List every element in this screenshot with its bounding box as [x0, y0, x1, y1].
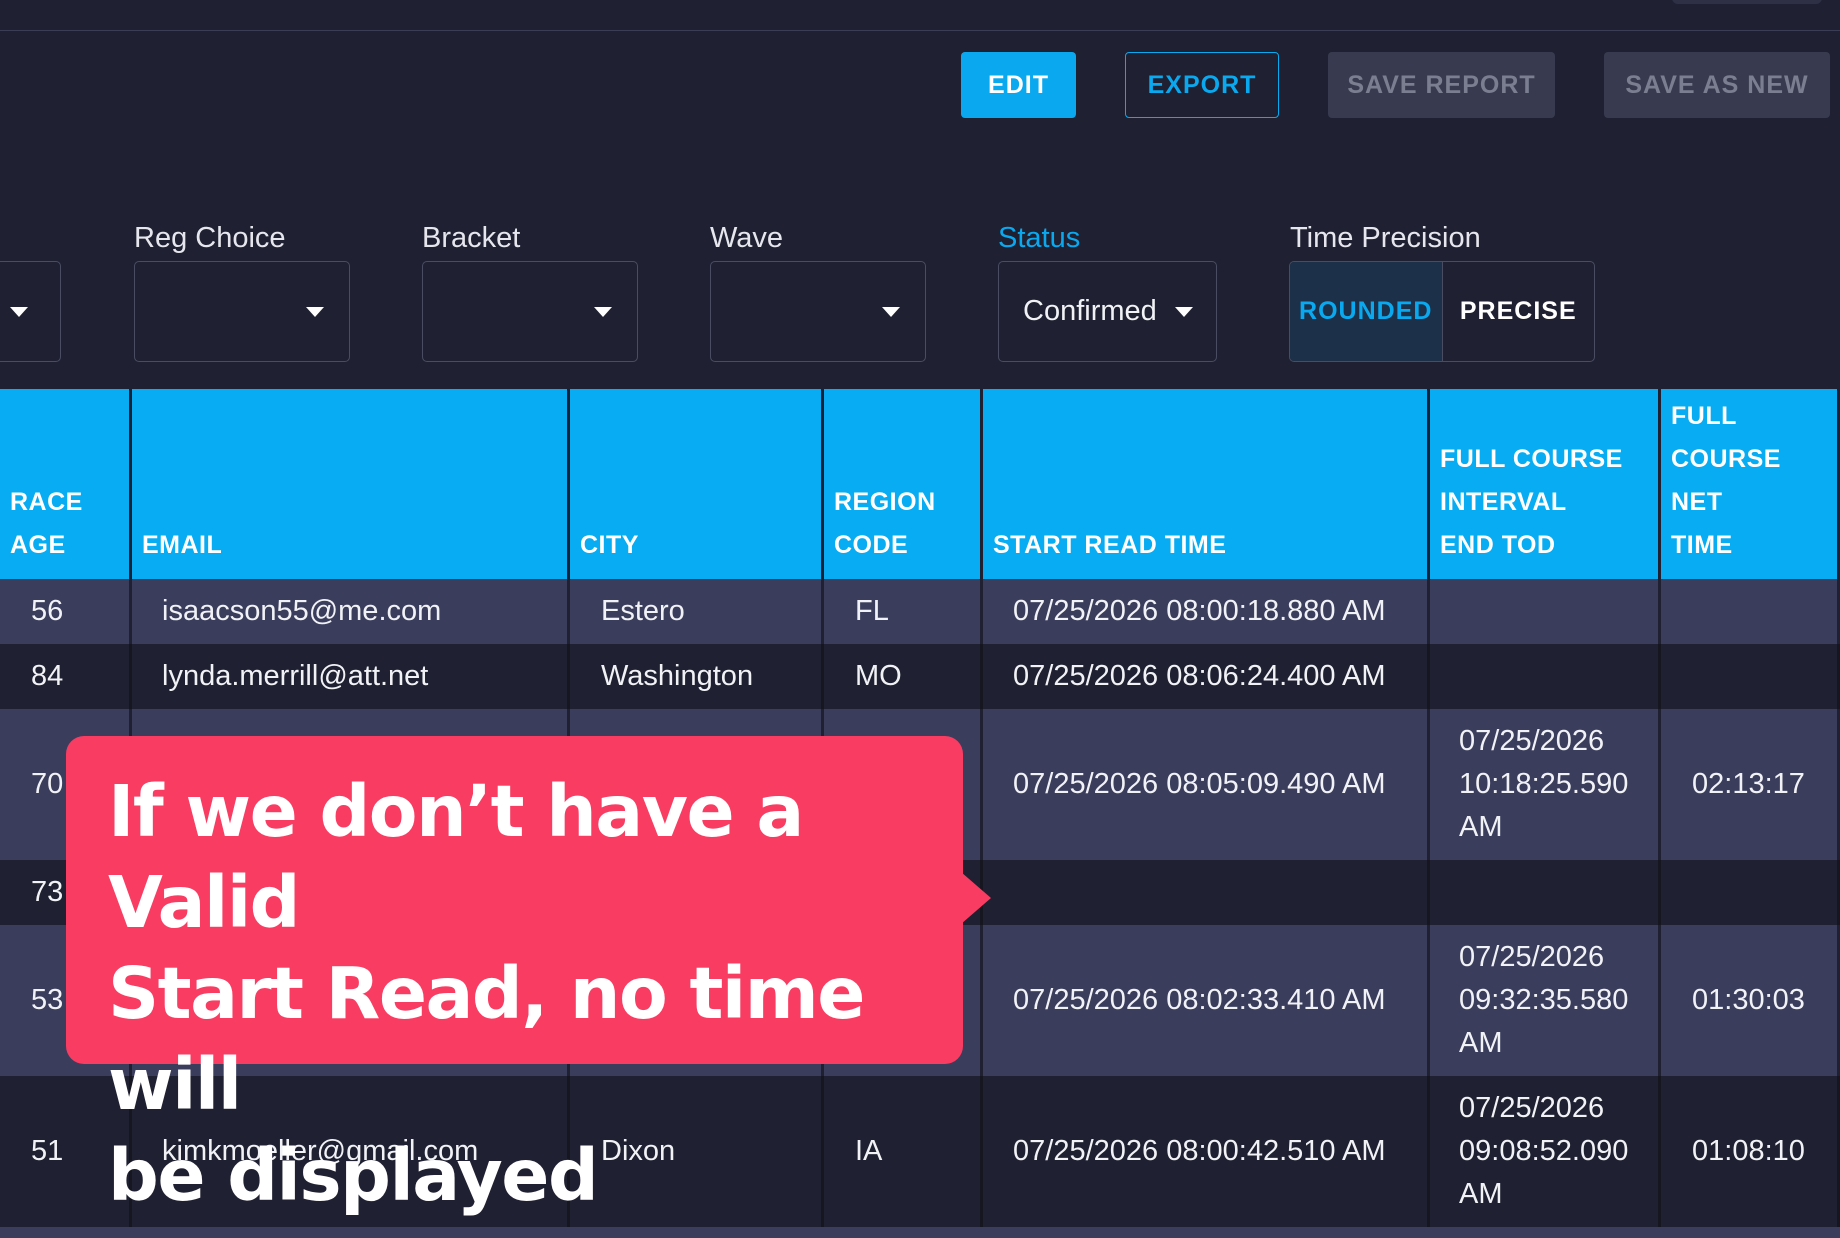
bracket-select[interactable]: [422, 261, 638, 362]
chevron-down-icon: [882, 306, 900, 317]
cell-end-tod: [1430, 644, 1661, 709]
top-divider: [0, 30, 1840, 31]
save-as-new-button[interactable]: SAVE AS NEW: [1604, 52, 1830, 118]
header-text: START READ TIME: [993, 531, 1227, 559]
reg-choice-label: Reg Choice: [134, 222, 286, 254]
cell-net-time: [1661, 579, 1840, 644]
header-region-code[interactable]: REGION CODE: [824, 389, 983, 579]
annotation-callout: If we don’t have a Valid Start Read, no …: [66, 736, 963, 1217]
cell-text: AM: [1459, 1178, 1503, 1210]
cell-email: isaacson55@me.com: [132, 579, 570, 644]
reg-choice-select[interactable]: [134, 261, 350, 362]
table-row[interactable]: 84 lynda.merrill@att.net Washington MO 0…: [0, 644, 1840, 709]
cell-text: 09:08:52.090: [1459, 1135, 1629, 1167]
header-text: FULL: [1671, 402, 1737, 430]
cell-start-read-time: 07/25/2026 08:00:18.880 AM: [983, 579, 1430, 644]
status-select[interactable]: Confirmed: [998, 261, 1217, 362]
cell-start-read-time: 07/25/2026 08:02:33.410 AM: [983, 925, 1430, 1076]
cell-text: AM: [1459, 1027, 1503, 1059]
header-start-read-time[interactable]: START READ TIME: [983, 389, 1430, 579]
cell-net-time: [1661, 860, 1840, 925]
status-value: Confirmed: [1023, 295, 1157, 327]
cell-text: 07/25/2026: [1459, 725, 1605, 757]
header-text: INTERVAL: [1440, 488, 1567, 516]
header-email[interactable]: EMAIL: [132, 389, 570, 579]
cell-text: 07/25/2026: [1459, 1092, 1605, 1124]
header-text: COURSE: [1671, 445, 1781, 473]
table-row[interactable]: [0, 1227, 1840, 1238]
cell-end-tod: [1430, 860, 1661, 925]
header-text: CODE: [834, 531, 909, 559]
chevron-down-icon: [594, 306, 612, 317]
cell-end-tod: 07/25/2026 10:18:25.590 AM: [1430, 709, 1661, 860]
cell-text: 09:32:35.580: [1459, 984, 1629, 1016]
header-full-course-interval-end-tod[interactable]: FULL COURSE INTERVAL END TOD: [1430, 389, 1661, 579]
rounded-option[interactable]: ROUNDED: [1290, 262, 1443, 361]
header-text: NET: [1671, 488, 1723, 516]
callout-pointer: [961, 872, 991, 924]
cell-start-read-time: 07/25/2026 08:06:24.400 AM: [983, 644, 1430, 709]
save-report-button[interactable]: SAVE REPORT: [1328, 52, 1555, 118]
cell-start-read-time: 07/25/2026 08:00:42.510 AM: [983, 1076, 1430, 1227]
export-button[interactable]: EXPORT: [1125, 52, 1279, 118]
callout-line: If we don’t have a Valid: [108, 770, 804, 944]
precise-option[interactable]: PRECISE: [1443, 262, 1595, 361]
cell-text: 10:18:25.590: [1459, 768, 1629, 800]
cell-region-code: FL: [824, 579, 983, 644]
cell-end-tod: 07/25/2026 09:32:35.580 AM: [1430, 925, 1661, 1076]
header-text: END TOD: [1440, 531, 1556, 559]
previous-filter-select[interactable]: [0, 261, 61, 362]
bracket-label: Bracket: [422, 222, 521, 254]
wave-label: Wave: [710, 222, 784, 254]
header-text: TIME: [1671, 531, 1733, 559]
cell-net-time: [1661, 644, 1840, 709]
top-right-control[interactable]: [1672, 0, 1822, 4]
wave-select[interactable]: [710, 261, 926, 362]
header-text: FULL COURSE: [1440, 445, 1623, 473]
edit-button[interactable]: EDIT: [961, 52, 1076, 118]
chevron-down-icon: [306, 306, 324, 317]
header-text: RACE: [10, 488, 83, 516]
cell-race-age: 84: [0, 644, 132, 709]
time-precision-label: Time Precision: [1290, 222, 1481, 254]
header-city[interactable]: CITY: [570, 389, 824, 579]
report-page: EDIT EXPORT SAVE REPORT SAVE AS NEW Reg …: [0, 0, 1840, 1238]
time-precision-toggle[interactable]: ROUNDED PRECISE: [1289, 261, 1595, 362]
header-text: AGE: [10, 531, 66, 559]
cell-end-tod: 07/25/2026 09:08:52.090 AM: [1430, 1076, 1661, 1227]
cell-email: lynda.merrill@att.net: [132, 644, 570, 709]
cell-start-read-time: 07/25/2026 08:05:09.490 AM: [983, 709, 1430, 860]
header-text: EMAIL: [142, 531, 223, 559]
cell-city: Washington: [570, 644, 824, 709]
header-text: CITY: [580, 531, 639, 559]
cell-end-tod: [1430, 579, 1661, 644]
cell-text: AM: [1459, 811, 1503, 843]
callout-line: be displayed: [108, 1134, 599, 1217]
cell-start-read-time: [983, 860, 1430, 925]
cell-city: Estero: [570, 579, 824, 644]
chevron-down-icon: [10, 306, 28, 317]
header-full-course-net-time[interactable]: FULL COURSE NET TIME: [1661, 389, 1840, 579]
header-race-age[interactable]: RACE AGE: [0, 389, 132, 579]
cell-region-code: MO: [824, 644, 983, 709]
cell-net-time: 01:08:10: [1661, 1076, 1840, 1227]
callout-line: Start Read, no time will: [108, 952, 865, 1126]
table-row[interactable]: 56 isaacson55@me.com Estero FL 07/25/202…: [0, 579, 1840, 644]
cell-net-time: 02:13:17: [1661, 709, 1840, 860]
cell-net-time: 01:30:03: [1661, 925, 1840, 1076]
status-label: Status: [998, 222, 1081, 254]
cell-text: 07/25/2026: [1459, 941, 1605, 973]
cell-race-age: 56: [0, 579, 132, 644]
table-header: RACE AGE EMAIL CITY REGION CODE START RE…: [0, 389, 1840, 579]
chevron-down-icon: [1175, 306, 1193, 317]
header-text: REGION: [834, 488, 936, 516]
